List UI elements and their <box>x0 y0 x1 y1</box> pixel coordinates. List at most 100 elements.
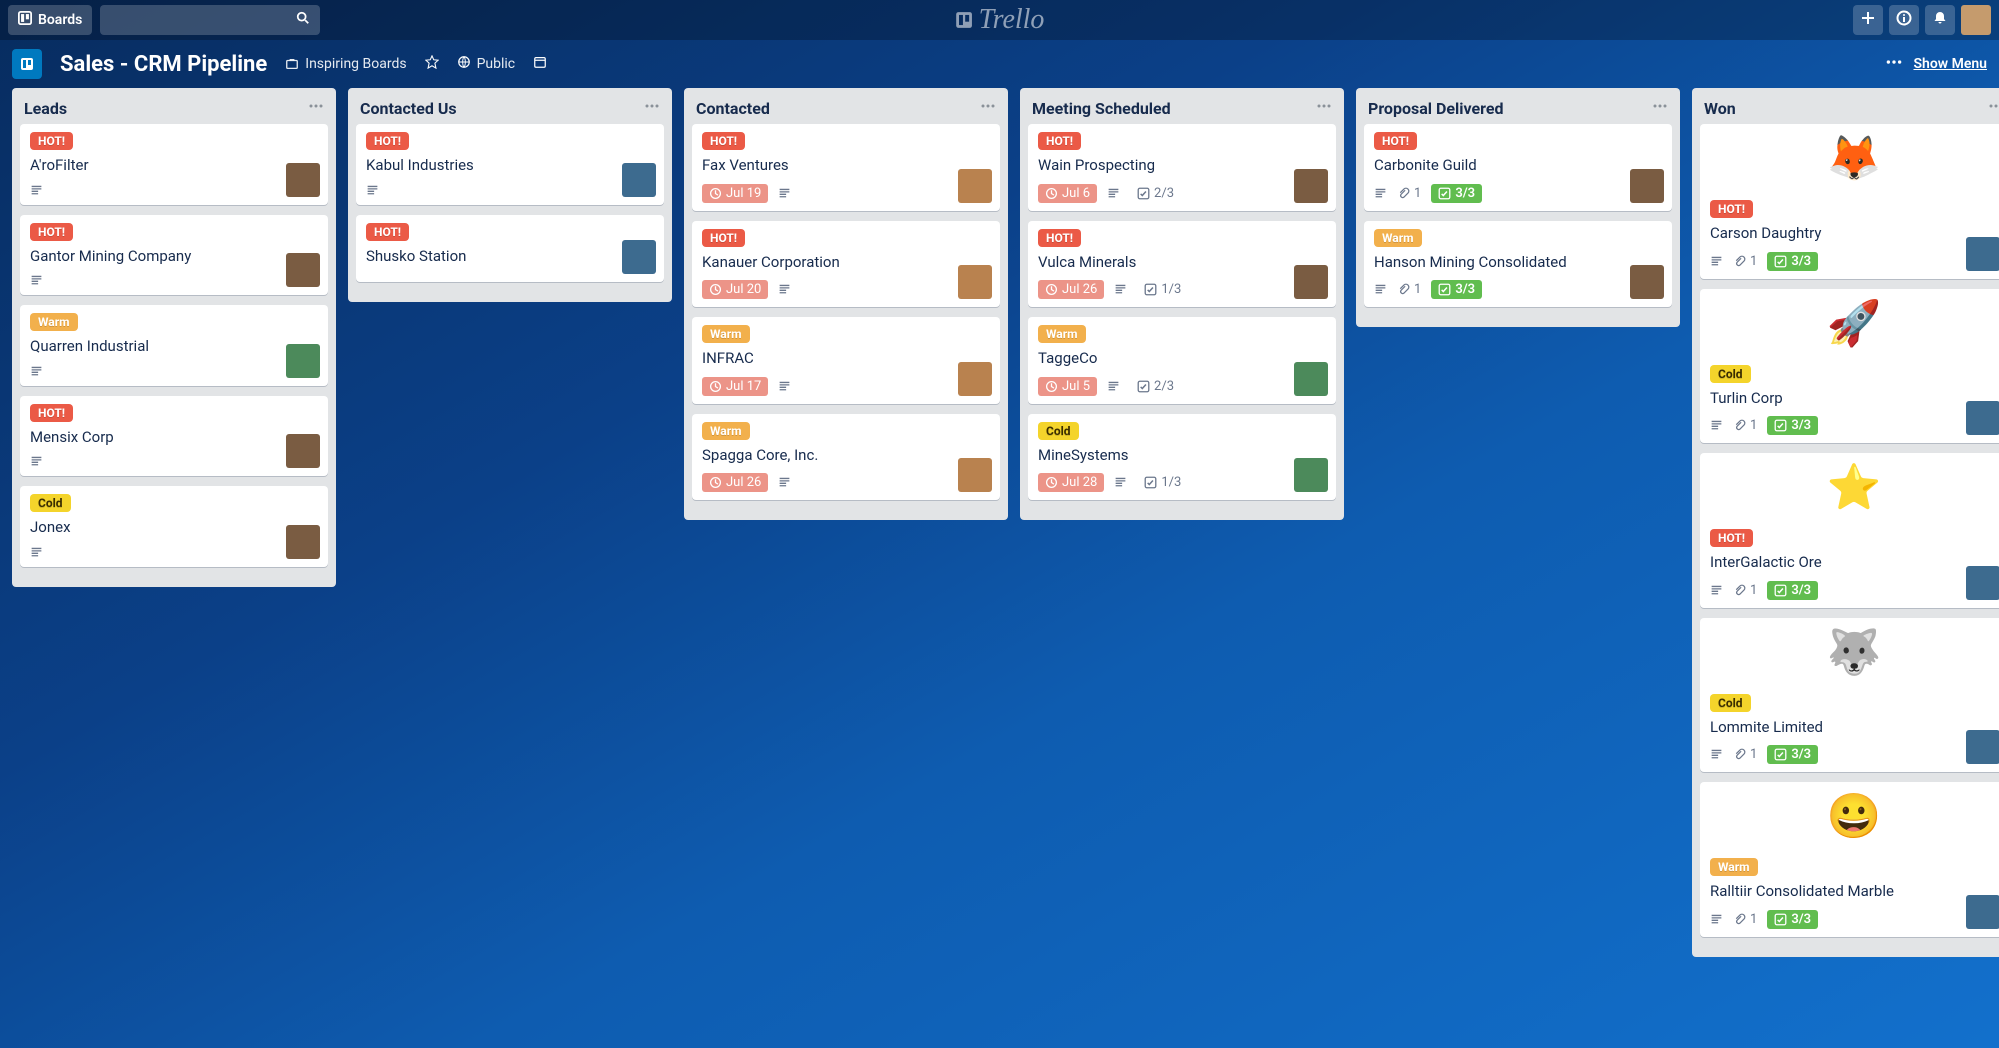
label-cold: Cold <box>1710 694 1751 712</box>
card-labels: HOT! <box>30 404 318 422</box>
member-avatar[interactable] <box>286 344 320 378</box>
label-warm: Warm <box>702 422 750 440</box>
member-avatar[interactable] <box>1294 458 1328 492</box>
label-hot: HOT! <box>30 223 73 241</box>
member-avatar[interactable] <box>286 253 320 287</box>
inspiring-boards-link[interactable]: Inspiring Boards <box>285 56 406 72</box>
label-cold: Cold <box>1710 365 1751 383</box>
list-title[interactable]: Meeting Scheduled <box>1032 99 1171 118</box>
list-title[interactable]: Contacted Us <box>360 99 457 118</box>
card-labels: HOT! <box>366 223 654 241</box>
card[interactable]: 🐺ColdLommite Limited13/3 <box>1700 618 1999 773</box>
notifications-button[interactable] <box>1925 5 1955 35</box>
calendar-button[interactable] <box>533 55 547 73</box>
card[interactable]: WarmQuarren Industrial <box>20 305 328 386</box>
card[interactable]: WarmSpagga Core, Inc.Jul 26 <box>692 414 1000 501</box>
list-title[interactable]: Contacted <box>696 99 770 118</box>
list-menu-button[interactable] <box>308 98 324 118</box>
member-avatar[interactable] <box>1630 265 1664 299</box>
card[interactable]: HOT!Fax VenturesJul 19 <box>692 124 1000 211</box>
label-warm: Warm <box>1374 229 1422 247</box>
member-avatar[interactable] <box>622 163 656 197</box>
card[interactable]: HOT!Shusko Station <box>356 215 664 283</box>
member-avatar[interactable] <box>1966 566 1999 600</box>
label-warm: Warm <box>1038 325 1086 343</box>
card-labels: Cold <box>1710 365 1998 383</box>
card[interactable]: WarmHanson Mining Consolidated13/3 <box>1364 221 1672 308</box>
member-avatar[interactable] <box>286 434 320 468</box>
card[interactable]: HOT!A'roFilter <box>20 124 328 205</box>
board[interactable]: Leads HOT!A'roFilter HOT!Gantor Mining Com… <box>0 88 1999 1048</box>
list-title[interactable]: Won <box>1704 99 1736 118</box>
card[interactable]: HOT!Gantor Mining Company <box>20 215 328 296</box>
label-hot: HOT! <box>1710 200 1753 218</box>
checklist-badge: 3/3 <box>1431 184 1482 203</box>
list: Contacted Us HOT!Kabul Industries HOT!Shus… <box>348 88 672 302</box>
card[interactable]: HOT!Kabul Industries <box>356 124 664 205</box>
member-avatar[interactable] <box>958 169 992 203</box>
member-avatar[interactable] <box>1966 730 1999 764</box>
card[interactable]: ⭐HOT!InterGalactic Ore13/3 <box>1700 453 1999 608</box>
card-labels: HOT! <box>1038 132 1326 150</box>
more-icon[interactable] <box>1885 53 1903 75</box>
board-header: Sales - CRM Pipeline Inspiring Boards Pu… <box>0 40 1999 88</box>
card[interactable]: HOT!Mensix Corp <box>20 396 328 477</box>
member-avatar[interactable] <box>958 362 992 396</box>
member-avatar[interactable] <box>1294 362 1328 396</box>
due-date-badge: Jul 17 <box>702 377 768 396</box>
search-input[interactable] <box>100 5 320 35</box>
card-labels: HOT! <box>702 132 990 150</box>
card[interactable]: HOT!Vulca MineralsJul 261/3 <box>1028 221 1336 308</box>
member-avatar[interactable] <box>1294 265 1328 299</box>
due-date-badge: Jul 19 <box>702 184 768 203</box>
card[interactable]: 🚀ColdTurlin Corp13/3 <box>1700 289 1999 444</box>
card[interactable]: HOT!Carbonite Guild13/3 <box>1364 124 1672 211</box>
boards-button[interactable]: Boards <box>8 5 92 35</box>
description-icon <box>366 184 379 197</box>
show-menu-link[interactable]: Show Menu <box>1913 56 1987 72</box>
board-title[interactable]: Sales - CRM Pipeline <box>60 52 267 77</box>
list-menu-button[interactable] <box>1316 98 1332 118</box>
member-avatar[interactable] <box>1966 401 1999 435</box>
list-menu-button[interactable] <box>644 98 660 118</box>
list-title[interactable]: Leads <box>24 99 67 118</box>
member-avatar[interactable] <box>286 163 320 197</box>
info-button[interactable] <box>1889 5 1919 35</box>
add-button[interactable] <box>1853 5 1883 35</box>
member-avatar[interactable] <box>1966 237 1999 271</box>
member-avatar[interactable] <box>958 265 992 299</box>
description-icon <box>1710 913 1723 926</box>
member-avatar[interactable] <box>1294 169 1328 203</box>
card[interactable]: WarmINFRACJul 17 <box>692 317 1000 404</box>
member-avatar[interactable] <box>622 240 656 274</box>
card-labels: HOT! <box>366 132 654 150</box>
card-title: INFRAC <box>702 349 990 369</box>
description-icon <box>30 184 43 197</box>
description-icon <box>778 283 791 296</box>
card[interactable]: HOT!Wain ProspectingJul 62/3 <box>1028 124 1336 211</box>
user-avatar[interactable] <box>1961 5 1991 35</box>
member-avatar[interactable] <box>286 525 320 559</box>
card[interactable]: HOT!Kanauer CorporationJul 20 <box>692 221 1000 308</box>
description-icon <box>1710 748 1723 761</box>
description-icon <box>1710 255 1723 268</box>
card[interactable]: ColdMineSystemsJul 281/3 <box>1028 414 1336 501</box>
member-avatar[interactable] <box>1966 895 1999 929</box>
list-menu-button[interactable] <box>1652 98 1668 118</box>
list-menu-button[interactable] <box>980 98 996 118</box>
card-labels: HOT! <box>1038 229 1326 247</box>
member-avatar[interactable] <box>958 458 992 492</box>
list-title[interactable]: Proposal Delivered <box>1368 99 1504 118</box>
star-button[interactable] <box>425 55 439 73</box>
card[interactable]: ColdJonex <box>20 486 328 567</box>
card-title: Vulca Minerals <box>1038 253 1326 273</box>
card[interactable]: 🦊HOT!Carson Daughtry13/3 <box>1700 124 1999 279</box>
description-icon <box>1374 283 1387 296</box>
card[interactable]: WarmTaggeCoJul 52/3 <box>1028 317 1336 404</box>
visibility-button[interactable]: Public <box>457 55 516 73</box>
card-badges: 13/3 <box>1710 252 1998 271</box>
card-badges: 13/3 <box>1710 416 1998 435</box>
card[interactable]: 😀WarmRalltiir Consolidated Marble13/3 <box>1700 782 1999 937</box>
member-avatar[interactable] <box>1630 169 1664 203</box>
list-menu-button[interactable] <box>1988 98 1999 118</box>
